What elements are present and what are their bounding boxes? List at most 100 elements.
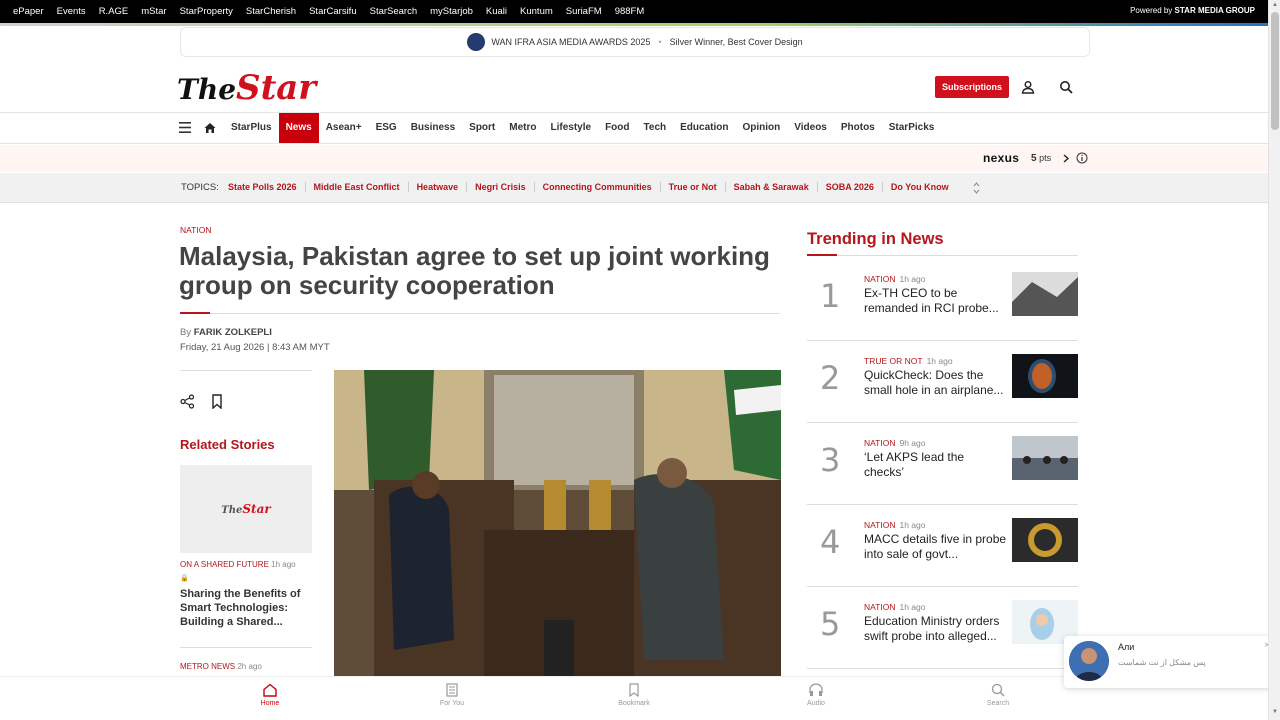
trending-headline[interactable]: Education Ministry orders swift probe in… bbox=[864, 614, 1007, 644]
topbar-link-988fm[interactable]: 988FM bbox=[615, 6, 645, 17]
chat-notification[interactable]: Али پس مشکل از نت شماست × bbox=[1064, 636, 1276, 688]
home-icon[interactable] bbox=[204, 122, 216, 134]
nav-item-metro[interactable]: Metro bbox=[502, 113, 543, 143]
trending-headline[interactable]: MACC details five in probe into sale of … bbox=[864, 532, 1007, 562]
related-divider bbox=[180, 647, 312, 648]
topbar-link-starsearch[interactable]: StarSearch bbox=[370, 6, 418, 17]
trending-headline[interactable]: QuickCheck: Does the small hole in an ai… bbox=[864, 368, 1007, 398]
bottom-nav-search[interactable]: Search bbox=[968, 683, 1028, 707]
topbar-link-epaper[interactable]: ePaper bbox=[13, 6, 44, 17]
topbar-link-starproperty[interactable]: StarProperty bbox=[180, 6, 233, 17]
menu-icon[interactable] bbox=[179, 122, 191, 133]
bookmark-icon[interactable] bbox=[211, 394, 223, 409]
nexus-points[interactable]: 5 pts bbox=[1031, 153, 1051, 164]
byline-prefix: By bbox=[180, 327, 192, 338]
expand-topics-icon[interactable] bbox=[973, 182, 980, 194]
trending-rank: 2 bbox=[820, 359, 841, 397]
topbar-link-mstar[interactable]: mStar bbox=[141, 6, 166, 17]
topbar-link-suriafm[interactable]: SuriaFM bbox=[566, 6, 602, 17]
scroll-up-icon[interactable]: ▲ bbox=[1272, 2, 1278, 8]
home-icon bbox=[263, 683, 277, 697]
nav-item-food[interactable]: Food bbox=[598, 113, 636, 143]
trending-item[interactable]: 3 NATION 9h ago ‘Let AKPS lead the checks… bbox=[807, 423, 1078, 505]
info-icon[interactable] bbox=[1076, 152, 1088, 164]
nav-item-starpicks[interactable]: StarPicks bbox=[882, 113, 942, 143]
topbar-link-events[interactable]: Events bbox=[57, 6, 86, 17]
scroll-down-icon[interactable]: ▼ bbox=[1272, 709, 1278, 715]
trending-item[interactable]: 1 NATION 1h ago Ex-TH CEO to be remanded … bbox=[807, 259, 1078, 341]
trending-category[interactable]: NATION bbox=[864, 438, 895, 448]
nav-item-business[interactable]: Business bbox=[404, 113, 462, 143]
trending-category[interactable]: NATION bbox=[864, 602, 895, 612]
trending-rank: 1 bbox=[820, 277, 841, 315]
topics-list: State Polls 2026 Middle East Conflict He… bbox=[228, 182, 965, 192]
topic-true-or-not[interactable]: True or Not bbox=[669, 182, 726, 192]
nexus-logo[interactable]: nexus bbox=[983, 151, 1019, 165]
nav-item-tech[interactable]: Tech bbox=[637, 113, 674, 143]
nav-item-opinion[interactable]: Opinion bbox=[735, 113, 787, 143]
trending-time: 1h ago bbox=[899, 520, 926, 530]
bottom-nav-audio[interactable]: Audio bbox=[786, 683, 846, 707]
topbar-link-starcherish[interactable]: StarCherish bbox=[246, 6, 296, 17]
nav-item-sport[interactable]: Sport bbox=[462, 113, 502, 143]
nav-item-esg[interactable]: ESG bbox=[369, 113, 404, 143]
trending-item[interactable]: 4 NATION 1h ago MACC details five in prob… bbox=[807, 505, 1078, 587]
related-story-category-2[interactable]: METRO NEWS bbox=[180, 662, 235, 671]
topics-bar: TOPICS: State Polls 2026 Middle East Con… bbox=[0, 173, 1268, 203]
page-scrollbar[interactable]: ▲ ▼ bbox=[1268, 0, 1280, 720]
bottom-nav-home[interactable]: Home bbox=[240, 683, 300, 707]
topbar-link-rage[interactable]: R.AGE bbox=[99, 6, 129, 17]
nav-item-asean[interactable]: Asean+ bbox=[319, 113, 369, 143]
trending-thumbnail[interactable] bbox=[1012, 272, 1078, 316]
trending-thumbnail[interactable] bbox=[1012, 436, 1078, 480]
trending-category[interactable]: TRUE OR NOT bbox=[864, 356, 923, 366]
trending-thumbnail[interactable] bbox=[1012, 518, 1078, 562]
topic-heatwave[interactable]: Heatwave bbox=[417, 182, 468, 192]
search-icon bbox=[991, 683, 1005, 697]
related-story-meta: ON A SHARED FUTURE 1h ago bbox=[180, 560, 296, 569]
bottom-nav-home-label: Home bbox=[260, 700, 280, 707]
related-story-title[interactable]: Sharing the Benefits of Smart Technologi… bbox=[180, 587, 312, 629]
nav-item-videos[interactable]: Videos bbox=[787, 113, 834, 143]
related-story-category[interactable]: ON A SHARED FUTURE bbox=[180, 560, 269, 569]
nav-item-starplus[interactable]: StarPlus bbox=[224, 113, 279, 143]
topic-do-you-know[interactable]: Do You Know bbox=[891, 182, 957, 192]
topic-soba[interactable]: SOBA 2026 bbox=[826, 182, 883, 192]
article-author[interactable]: FARIK ZOLKEPLI bbox=[194, 327, 272, 338]
related-story-thumbnail[interactable]: TheStar bbox=[180, 465, 312, 553]
topic-state-polls[interactable]: State Polls 2026 bbox=[228, 182, 306, 192]
article-kicker[interactable]: NATION bbox=[180, 225, 211, 235]
trending-category[interactable]: NATION bbox=[864, 274, 895, 284]
search-icon[interactable] bbox=[1059, 80, 1073, 94]
award-banner[interactable]: WAN IFRA ASIA MEDIA AWARDS 2025 • Silver… bbox=[180, 27, 1090, 57]
share-icon[interactable] bbox=[180, 394, 195, 409]
article-photo[interactable] bbox=[334, 370, 781, 676]
powered-by[interactable]: Powered by STAR MEDIA GROUP bbox=[1130, 6, 1255, 15]
trending-item[interactable]: 5 NATION 1h ago Education Ministry orders… bbox=[807, 587, 1078, 669]
topbar-link-starcarsifu[interactable]: StarCarsifu bbox=[309, 6, 357, 17]
bottom-nav-bookmark[interactable]: Bookmark bbox=[604, 683, 664, 707]
topic-sabah-sarawak[interactable]: Sabah & Sarawak bbox=[734, 182, 818, 192]
topbar-link-kuntum[interactable]: Kuntum bbox=[520, 6, 553, 17]
nav-item-photos[interactable]: Photos bbox=[834, 113, 882, 143]
trending-item[interactable]: 2 TRUE OR NOT 1h ago QuickCheck: Does the… bbox=[807, 341, 1078, 423]
topic-middle-east[interactable]: Middle East Conflict bbox=[314, 182, 409, 192]
award-separator: • bbox=[658, 37, 662, 47]
trending-headline[interactable]: Ex-TH CEO to be remanded in RCI probe... bbox=[864, 286, 1007, 316]
topic-connecting-communities[interactable]: Connecting Communities bbox=[543, 182, 661, 192]
nav-item-education[interactable]: Education bbox=[673, 113, 735, 143]
trending-category[interactable]: NATION bbox=[864, 520, 895, 530]
trending-headline[interactable]: ‘Let AKPS lead the checks’ bbox=[864, 450, 1007, 480]
subscriptions-button[interactable]: Subscriptions bbox=[935, 76, 1009, 98]
site-logo[interactable]: TheStar bbox=[177, 68, 316, 108]
bottom-nav-for-you[interactable]: For You bbox=[422, 683, 482, 707]
scrollbar-thumb[interactable] bbox=[1271, 12, 1279, 130]
topbar-link-kuali[interactable]: Kuali bbox=[486, 6, 507, 17]
topic-negri-crisis[interactable]: Negri Crisis bbox=[475, 182, 535, 192]
topbar-link-mystarjob[interactable]: myStarjob bbox=[430, 6, 473, 17]
nav-item-news[interactable]: News bbox=[278, 113, 319, 143]
chevron-right-icon[interactable] bbox=[1062, 154, 1070, 163]
trending-thumbnail[interactable] bbox=[1012, 354, 1078, 398]
nav-item-lifestyle[interactable]: Lifestyle bbox=[544, 113, 599, 143]
user-icon[interactable] bbox=[1021, 80, 1035, 94]
